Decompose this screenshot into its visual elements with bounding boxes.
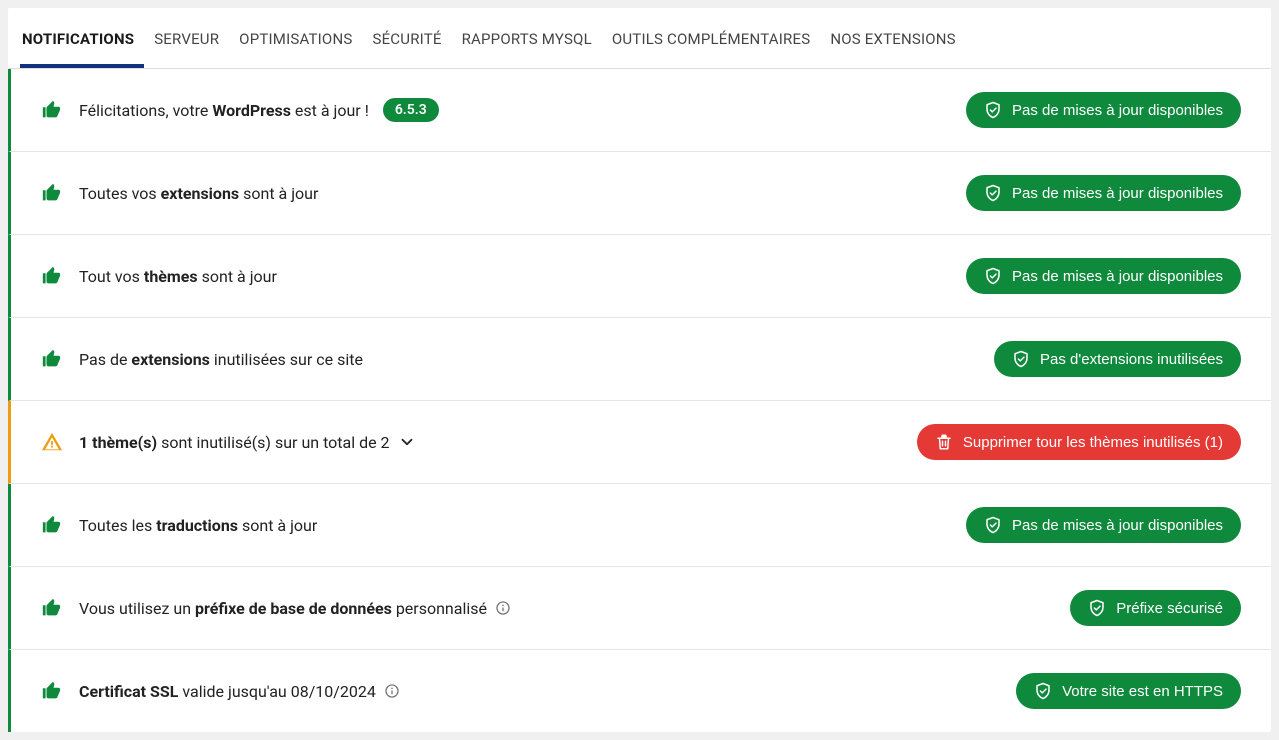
row-text: Pas de extensions inutilisées sur ce sit… — [79, 350, 994, 369]
btn-label: Votre site est en HTTPS — [1062, 683, 1223, 700]
btn-label: Pas de mises à jour disponibles — [1012, 185, 1223, 202]
text-bold: préfixe de base de données — [195, 599, 392, 618]
row-extensions-unused: Pas de extensions inutilisées sur ce sit… — [8, 318, 1271, 401]
text-post: inutilisées sur ce site — [210, 350, 363, 369]
tab-nos-extensions[interactable]: NOS EXTENSIONS — [820, 8, 965, 68]
shield-check-icon — [984, 516, 1002, 534]
text-pre: Félicitations, votre — [79, 101, 212, 120]
text-pre: Pas de — [79, 350, 131, 369]
row-extensions-uptodate: Toutes vos extensions sont à jour Pas de… — [8, 152, 1271, 235]
delete-unused-themes-button[interactable]: Supprimer tour les thèmes inutilisés (1) — [917, 424, 1241, 460]
shield-check-icon — [984, 267, 1002, 285]
main-panel: NOTIFICATIONS SERVEUR OPTIMISATIONS SÉCU… — [8, 8, 1271, 732]
thumbs-up-icon — [41, 514, 63, 536]
row-text: 1 thème(s) sont inutilisé(s) sur un tota… — [79, 433, 917, 452]
row-text: Vous utilisez un préfixe de base de donn… — [79, 599, 1070, 618]
text-post: est à jour ! — [291, 101, 369, 120]
info-icon[interactable] — [384, 683, 400, 699]
thumbs-up-icon — [41, 182, 63, 204]
text-bold: traductions — [156, 516, 238, 535]
row-text: Toutes les traductions sont à jour — [79, 516, 966, 535]
info-icon[interactable] — [495, 600, 511, 616]
tab-notifications[interactable]: NOTIFICATIONS — [20, 8, 144, 68]
shield-check-icon — [984, 101, 1002, 119]
text-post: sont à jour — [238, 516, 317, 535]
version-badge: 6.5.3 — [383, 98, 439, 122]
tab-rapports-mysql[interactable]: RAPPORTS MYSQL — [452, 8, 602, 68]
trash-icon — [935, 433, 953, 451]
no-updates-button[interactable]: Pas de mises à jour disponibles — [966, 258, 1241, 294]
btn-label: Pas de mises à jour disponibles — [1012, 517, 1223, 534]
row-text: Tout vos thèmes sont à jour — [79, 267, 966, 286]
shield-check-icon — [1034, 682, 1052, 700]
https-button[interactable]: Votre site est en HTTPS — [1016, 673, 1241, 709]
text-post: sont à jour — [198, 267, 277, 286]
text-bold: extensions — [131, 350, 209, 369]
row-db-prefix: Vous utilisez un préfixe de base de donn… — [8, 567, 1271, 650]
text-post: valide jusqu'au 08/10/2024 — [178, 682, 375, 701]
row-text: Certificat SSL valide jusqu'au 08/10/202… — [79, 682, 1016, 701]
shield-check-icon — [1012, 350, 1030, 368]
tab-optimisations[interactable]: OPTIMISATIONS — [229, 8, 362, 68]
text-post: sont inutilisé(s) sur un total de 2 — [157, 433, 389, 452]
no-updates-button[interactable]: Pas de mises à jour disponibles — [966, 507, 1241, 543]
notifications-list: Félicitations, votre WordPress est à jou… — [8, 69, 1271, 732]
shield-check-icon — [984, 184, 1002, 202]
chevron-down-icon[interactable] — [398, 433, 416, 451]
row-translations: Toutes les traductions sont à jour Pas d… — [8, 484, 1271, 567]
tab-securite[interactable]: SÉCURITÉ — [362, 8, 451, 68]
shield-check-icon — [1088, 599, 1106, 617]
thumbs-up-icon — [41, 99, 63, 121]
thumbs-up-icon — [41, 348, 63, 370]
no-unused-extensions-button[interactable]: Pas d'extensions inutilisées — [994, 341, 1241, 377]
row-text: Félicitations, votre WordPress est à jou… — [79, 98, 966, 122]
prefix-secured-button[interactable]: Préfixe sécurisé — [1070, 590, 1241, 626]
text-bold: Certificat SSL — [79, 682, 178, 701]
btn-label: Pas de mises à jour disponibles — [1012, 268, 1223, 285]
tabs: NOTIFICATIONS SERVEUR OPTIMISATIONS SÉCU… — [8, 8, 1271, 69]
text-pre: Toutes vos — [79, 184, 161, 203]
text-pre: Toutes les — [79, 516, 156, 535]
btn-label: Supprimer tour les thèmes inutilisés (1) — [963, 434, 1223, 451]
row-ssl: Certificat SSL valide jusqu'au 08/10/202… — [8, 650, 1271, 732]
text-pre: Tout vos — [79, 267, 144, 286]
thumbs-up-icon — [41, 680, 63, 702]
text-pre: Vous utilisez un — [79, 599, 195, 618]
text-bold: 1 thème(s) — [79, 433, 157, 452]
no-updates-button[interactable]: Pas de mises à jour disponibles — [966, 175, 1241, 211]
row-themes-unused: 1 thème(s) sont inutilisé(s) sur un tota… — [8, 401, 1271, 484]
text-bold: extensions — [161, 184, 239, 203]
text-post: sont à jour — [239, 184, 318, 203]
btn-label: Préfixe sécurisé — [1116, 600, 1223, 617]
no-updates-button[interactable]: Pas de mises à jour disponibles — [966, 92, 1241, 128]
tab-outils-complementaires[interactable]: OUTILS COMPLÉMENTAIRES — [602, 8, 820, 68]
warning-icon — [41, 431, 63, 453]
text-bold: thèmes — [144, 267, 198, 286]
thumbs-up-icon — [41, 597, 63, 619]
row-text: Toutes vos extensions sont à jour — [79, 184, 966, 203]
btn-label: Pas de mises à jour disponibles — [1012, 102, 1223, 119]
row-wordpress: Félicitations, votre WordPress est à jou… — [8, 69, 1271, 152]
text-post: personnalisé — [392, 599, 487, 618]
row-themes-uptodate: Tout vos thèmes sont à jour Pas de mises… — [8, 235, 1271, 318]
btn-label: Pas d'extensions inutilisées — [1040, 351, 1223, 368]
thumbs-up-icon — [41, 265, 63, 287]
text-bold: WordPress — [212, 101, 291, 120]
tab-serveur[interactable]: SERVEUR — [144, 8, 229, 68]
